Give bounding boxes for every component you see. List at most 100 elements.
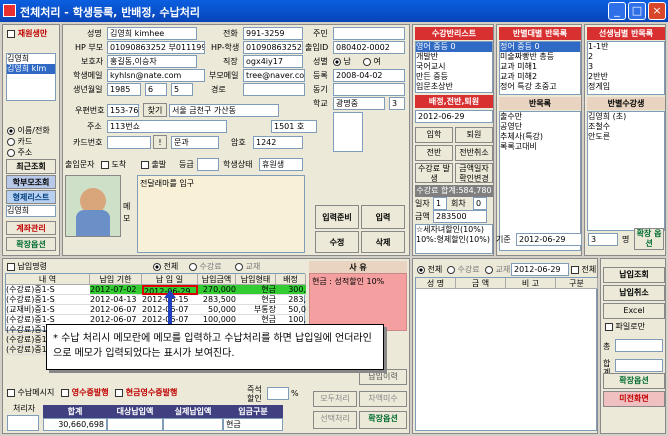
- excel-button[interactable]: Excel: [603, 303, 665, 319]
- list-item[interactable]: 김영희 klm: [7, 64, 55, 74]
- prepare-input-button[interactable]: 입력준비: [315, 205, 359, 229]
- transfer-cancel-button[interactable]: 전반취소: [455, 145, 493, 161]
- parent-search-button[interactable]: 학부모조회: [6, 175, 56, 189]
- list-item[interactable]: 입문초상반: [416, 82, 492, 92]
- input-button[interactable]: 입력: [361, 205, 405, 229]
- grade-field[interactable]: 3: [389, 97, 405, 110]
- address-detail-field[interactable]: 1501 호: [271, 120, 317, 133]
- class-sub-list[interactable]: 출수만 공영단 추체사(특강) 록록고대비: [499, 111, 581, 251]
- password-field[interactable]: 1242: [253, 136, 303, 149]
- day-field[interactable]: 1: [433, 197, 447, 210]
- class-list[interactable]: 영어 중등 0 개발반 국어교시 만든 중등 입문초상반: [415, 41, 493, 93]
- right-payment-table[interactable]: 성 명 금 액 비 고 구분: [415, 277, 598, 431]
- guardian-field[interactable]: 홍길동,이승자: [107, 55, 197, 68]
- payment-option-button[interactable]: 확장옵션: [359, 411, 407, 429]
- pay-type-select[interactable]: 현금: [223, 418, 283, 431]
- list-item[interactable]: 록록고대비: [500, 142, 580, 152]
- list-item[interactable]: 김영희: [7, 54, 55, 64]
- student-count-field[interactable]: 3: [588, 233, 618, 246]
- discount-list[interactable]: ☆세자녀할인(10%) 10%:형제할인(10%): [415, 224, 493, 254]
- note-list[interactable]: [333, 112, 363, 152]
- card-button[interactable]: !: [153, 135, 167, 149]
- assign-date-select[interactable]: 2012-06-29: [415, 110, 493, 123]
- birth-year-select[interactable]: 1985: [107, 83, 141, 96]
- school-field[interactable]: 광명중: [333, 97, 385, 110]
- receipt-msg-check[interactable]: 수납메시지: [7, 387, 54, 399]
- close-button[interactable]: ×: [648, 2, 666, 20]
- find-address-button[interactable]: 찾기: [143, 103, 167, 117]
- parent-hp-field[interactable]: 01090863252 부01119961: [107, 41, 205, 54]
- list-item[interactable]: 안도른: [588, 132, 664, 142]
- student-email-field[interactable]: kyhlsn@nate.com: [107, 69, 205, 82]
- instant-discount-field[interactable]: [267, 387, 289, 400]
- file-only-check[interactable]: 파일로만: [605, 321, 645, 333]
- entry-id-field[interactable]: 080402-0002: [333, 41, 405, 54]
- fee-adjust-button[interactable]: 금액일자 확인변경: [455, 163, 493, 183]
- register-date-field[interactable]: 2008-04-02: [333, 69, 405, 82]
- list-item[interactable]: 정어 특강 초중고: [500, 82, 580, 92]
- right-tab-all[interactable]: 전체: [417, 264, 442, 276]
- delete-button[interactable]: 삭제: [361, 231, 405, 253]
- arrive-check[interactable]: 도착: [101, 159, 126, 171]
- extend-option-button-2[interactable]: 확장 옵션: [634, 228, 664, 250]
- enroll-button[interactable]: 입학: [415, 127, 453, 143]
- payment-table[interactable]: 내 역 납입 기한 납 입 일 납입금액 납입형태 배정 (수강료)중1-S 20…: [5, 273, 306, 355]
- list-item[interactable]: 만든 중등: [416, 72, 492, 82]
- phone-field[interactable]: 991-3259: [243, 27, 303, 40]
- name-field[interactable]: 김영희 kimhee: [107, 27, 197, 40]
- minimize-button[interactable]: _: [608, 2, 626, 20]
- list-item[interactable]: 정게입: [588, 82, 664, 92]
- address-line2-field[interactable]: 113번쇼: [107, 120, 227, 133]
- count-field[interactable]: 0: [473, 197, 487, 210]
- registered-only-check[interactable]: 재원생만: [7, 28, 47, 40]
- transfer-button[interactable]: 전반: [415, 145, 453, 161]
- teacher-class-list[interactable]: 1-1반 2 3 2반반 정게입: [587, 41, 665, 95]
- process-selected-button[interactable]: 선택처리: [313, 411, 357, 429]
- payment-history-button[interactable]: 납입이력: [359, 369, 407, 385]
- payment-cancel-button[interactable]: 납입취소: [603, 285, 665, 301]
- dept-select[interactable]: 문과: [171, 136, 219, 149]
- recent-search-button[interactable]: 최근조회: [6, 159, 56, 174]
- target-amount-field[interactable]: [107, 418, 163, 431]
- route-field[interactable]: [243, 83, 305, 96]
- payment-query-button[interactable]: 납입조회: [603, 267, 665, 283]
- list-item[interactable]: 1-1반: [588, 42, 664, 52]
- list-item[interactable]: 3: [588, 62, 664, 72]
- list-item[interactable]: 영어 중등 0: [416, 42, 492, 52]
- card-field[interactable]: [107, 136, 151, 149]
- fee-issue-button[interactable]: 수강료 발생: [415, 163, 453, 183]
- receipt-issue-check[interactable]: 영수증발행: [61, 387, 109, 399]
- birth-month-select[interactable]: 6: [145, 83, 167, 96]
- list-item[interactable]: 2반반: [588, 72, 664, 82]
- actual-amount-field[interactable]: [163, 418, 223, 431]
- list-item[interactable]: 출수만: [500, 112, 580, 122]
- gender-male-radio[interactable]: 남: [333, 56, 351, 68]
- level-select[interactable]: [197, 158, 219, 171]
- motive-field[interactable]: [333, 83, 405, 96]
- student-photo[interactable]: [65, 175, 121, 237]
- radio-address[interactable]: 주소: [7, 147, 32, 159]
- list-item[interactable]: 김영희 (초): [588, 112, 664, 122]
- list-item[interactable]: 조철수: [588, 122, 664, 132]
- process-all-button[interactable]: 모두처리: [313, 391, 357, 407]
- list-item[interactable]: 교과 미해2: [500, 72, 580, 82]
- list-item[interactable]: 교과 미해1: [500, 62, 580, 72]
- list-item[interactable]: 국어교시: [416, 62, 492, 72]
- class-by-class-list[interactable]: 정어 중등 0 미술짜빵반 총등 교과 미해1 교과 미해2 정어 특강 초중고: [499, 41, 581, 95]
- withdraw-button[interactable]: 퇴원: [455, 127, 493, 143]
- parent-email-field[interactable]: tree@naver.com: [243, 69, 305, 82]
- amount-field[interactable]: 283500: [433, 210, 487, 223]
- birth-day-select[interactable]: 5: [171, 83, 193, 96]
- reason-memo-field[interactable]: 현금 : 성적할인 10%: [309, 273, 407, 331]
- unpaid-diff-button[interactable]: 차액미수: [359, 391, 407, 407]
- extend-option-button[interactable]: 확장옵션: [6, 237, 56, 251]
- payment-tab-all[interactable]: 전체: [153, 261, 178, 273]
- cash-receipt-check[interactable]: 현금영수증발행: [115, 387, 177, 399]
- edit-button[interactable]: 수정: [315, 231, 359, 253]
- account-manage-button[interactable]: 계좌관리: [6, 221, 56, 235]
- maximize-button[interactable]: □: [628, 2, 646, 20]
- list-item[interactable]: 10%:형제할인(10%): [416, 235, 492, 245]
- leave-check[interactable]: 출발: [141, 159, 166, 171]
- address-line1-field[interactable]: 서울 금천구 가산동: [169, 104, 279, 117]
- right-tab-book[interactable]: 교재: [485, 264, 510, 276]
